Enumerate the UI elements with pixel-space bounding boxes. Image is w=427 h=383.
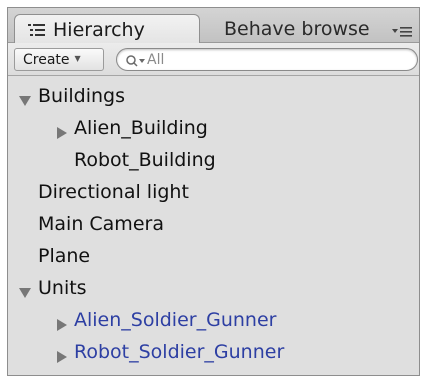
tab-behave-label: Behave browse xyxy=(224,18,370,40)
tree-item-plane[interactable]: Plane xyxy=(8,241,419,273)
collapsed-arrow-icon[interactable] xyxy=(55,347,69,363)
hierarchy-toolbar: Create ▼ xyxy=(8,43,419,76)
tree-item-units[interactable]: Units xyxy=(8,273,419,305)
list-icon xyxy=(27,21,47,43)
tree-item-label: Plane xyxy=(38,245,91,267)
tree-item-label: Robot_Soldier_Gunner xyxy=(74,341,285,363)
search-input[interactable] xyxy=(147,50,397,69)
tree-item-label: Main Camera xyxy=(38,213,164,235)
tree-item-alien-building[interactable]: Alien_Building xyxy=(8,113,419,145)
search-field[interactable] xyxy=(116,48,418,71)
tree-item-label: Buildings xyxy=(38,85,125,107)
tab-hierarchy[interactable]: Hierarchy xyxy=(14,14,200,44)
expanded-arrow-icon[interactable] xyxy=(18,283,32,298)
tree-item-label: Alien_Building xyxy=(74,117,208,139)
hierarchy-panel: Hierarchy Behave browse Create ▼ All Bui… xyxy=(7,7,420,376)
tree-item-buildings[interactable]: Buildings xyxy=(8,81,419,113)
collapsed-arrow-icon[interactable] xyxy=(55,123,69,139)
tree-item-label: Units xyxy=(38,277,87,299)
tree-item-label: Robot_Building xyxy=(74,149,216,171)
tree-item-alien-soldier-gunner[interactable]: Alien_Soldier_Gunner xyxy=(8,305,419,337)
create-dropdown[interactable]: Create ▼ xyxy=(14,48,104,71)
create-label: Create xyxy=(23,52,70,68)
chevron-down-icon: ▼ xyxy=(74,54,81,63)
tab-strip: Hierarchy Behave browse xyxy=(8,8,419,44)
tree-item-robot-soldier-gunner[interactable]: Robot_Soldier_Gunner xyxy=(8,337,419,369)
tree-item-robot-building[interactable]: Robot_Building xyxy=(8,145,419,177)
expanded-arrow-icon[interactable] xyxy=(18,91,32,106)
collapsed-arrow-icon[interactable] xyxy=(55,315,69,331)
tree-item-label: Alien_Soldier_Gunner xyxy=(74,309,277,331)
panel-menu-icon[interactable] xyxy=(391,23,413,37)
tree-item-directional-light[interactable]: Directional light xyxy=(8,177,419,209)
tree-item-main-camera[interactable]: Main Camera xyxy=(8,209,419,241)
tree-item-label: Directional light xyxy=(38,181,189,203)
search-icon xyxy=(125,53,147,67)
tab-hierarchy-label: Hierarchy xyxy=(53,19,145,41)
tab-behave-browser[interactable]: Behave browse xyxy=(224,14,370,44)
